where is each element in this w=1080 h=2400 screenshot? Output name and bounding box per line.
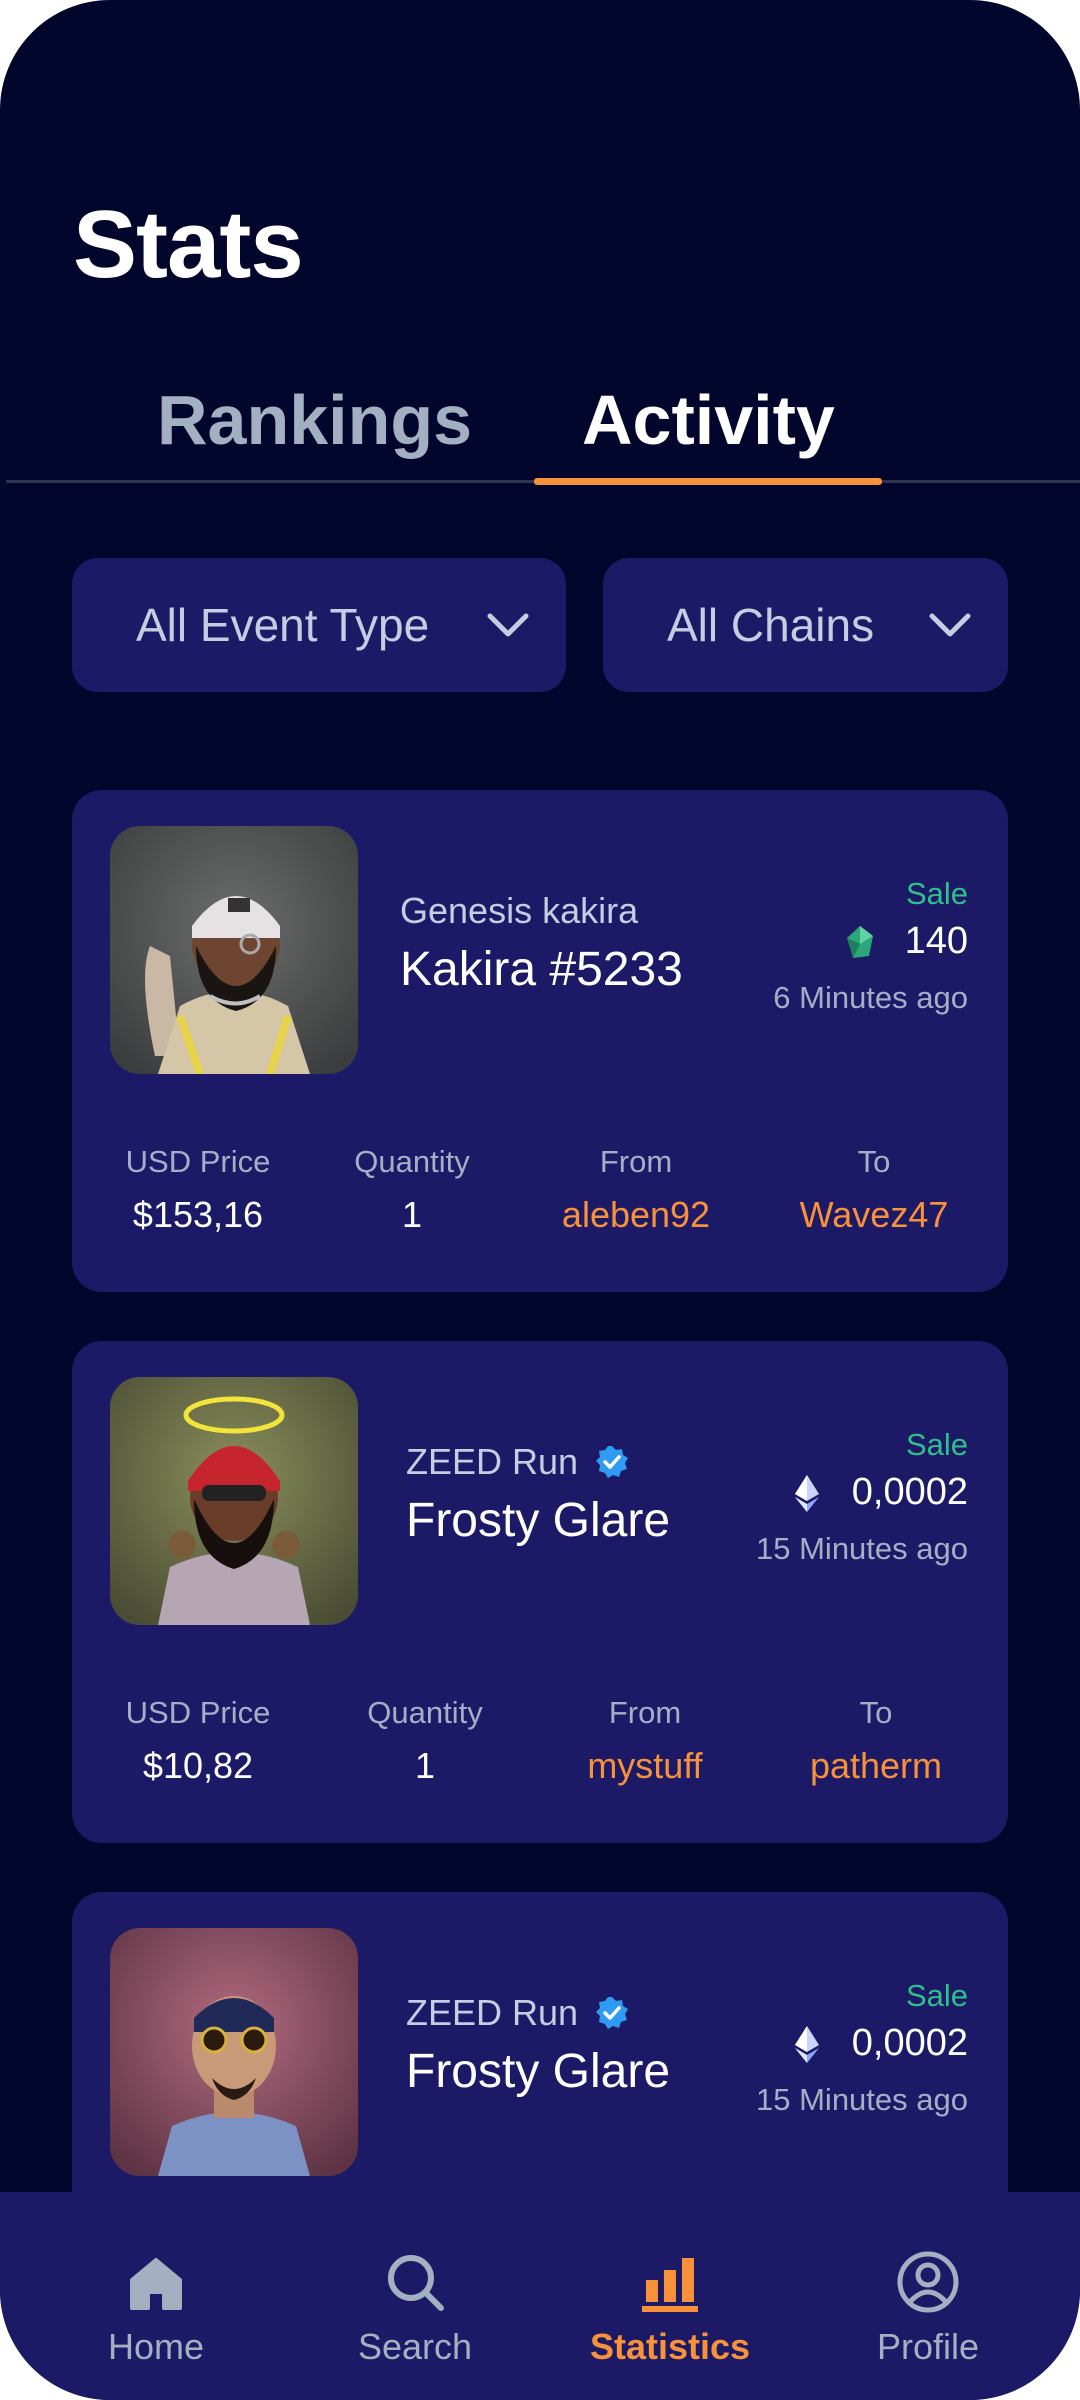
stat-label: Quantity: [367, 1695, 483, 1730]
collection-label: ZEED Run: [406, 1992, 579, 2033]
collection-name: ZEED Run: [406, 1441, 630, 1483]
chevron-down-icon: [929, 613, 971, 637]
nav-statistics[interactable]: Statistics: [590, 2250, 750, 2368]
active-tab-indicator: [534, 478, 882, 485]
nav-profile[interactable]: Profile: [877, 2250, 979, 2368]
page-title: Stats: [73, 191, 304, 298]
stat-value: 1: [414, 1745, 436, 1786]
bar-chart-icon: [641, 2258, 698, 2312]
stat-to: To Wavez47: [800, 1144, 949, 1236]
stat-quantity: Quantity 1: [367, 1695, 482, 1787]
nft-thumbnail: [110, 826, 358, 1074]
search-icon: [387, 2255, 444, 2311]
stat-label: To: [857, 1144, 891, 1179]
collection-name: ZEED Run: [406, 1992, 630, 2034]
stats-screen: Stats Rankings Activity All Event Type A…: [0, 0, 1080, 2400]
activity-card[interactable]: Genesis kakira Kakira #5233 Sale 140 6 M…: [72, 790, 1008, 1292]
stat-quantity: Quantity 1: [354, 1144, 469, 1236]
nav-search[interactable]: Search: [358, 2250, 472, 2368]
chevron-down-icon: [487, 613, 529, 637]
nft-name[interactable]: Kakira #5233: [400, 942, 683, 997]
verified-badge-icon: [596, 1997, 629, 2029]
ethereum-icon: [794, 1474, 819, 1512]
stat-label: To: [859, 1695, 893, 1730]
nav-label: Profile: [876, 2326, 980, 2367]
profile-icon: [897, 2251, 959, 2313]
activity-stats: USD Price $10,82 Quantity 1 From mystuff…: [72, 1695, 1008, 1805]
kakira-token-icon: [846, 925, 873, 958]
stat-label: USD Price: [125, 1695, 271, 1730]
price: 0,0002: [792, 1471, 968, 1514]
nav-label: Search: [357, 2326, 473, 2367]
activity-time: 6 Minutes ago: [773, 980, 968, 1015]
stat-from: From mystuff: [587, 1695, 702, 1787]
stat-to: To patherm: [810, 1695, 942, 1787]
tab-activity[interactable]: Activity: [582, 370, 835, 480]
stat-label: USD Price: [125, 1144, 271, 1179]
event-type-filter[interactable]: All Event Type: [72, 558, 566, 692]
to-user-link[interactable]: patherm: [810, 1745, 942, 1787]
activity-stats: USD Price $153,16 Quantity 1 From aleben…: [72, 1144, 1008, 1254]
activity-card[interactable]: ZEED Run Frosty Glare Sale 0,0002 15 Min…: [72, 1341, 1008, 1843]
nft-thumbnail: [110, 1928, 358, 2176]
bottom-nav: Home Search Statistics Profile: [0, 2192, 1080, 2400]
event-type-label: Sale: [905, 1978, 968, 2013]
from-user-link[interactable]: aleben92: [562, 1194, 710, 1236]
collection-label: ZEED Run: [406, 1441, 579, 1482]
activity-time: 15 Minutes ago: [756, 2082, 968, 2117]
event-type-filter-label: All Event Type: [136, 599, 430, 651]
chains-filter[interactable]: All Chains: [603, 558, 1008, 692]
nav-home[interactable]: Home: [108, 2250, 204, 2368]
to-user-link[interactable]: Wavez47: [800, 1194, 949, 1236]
nft-thumbnail: [110, 1377, 358, 1625]
price-value: 0,0002: [851, 2022, 968, 2064]
stat-value: $153,16: [132, 1194, 264, 1235]
stat-label: From: [599, 1144, 673, 1179]
activity-time: 15 Minutes ago: [756, 1531, 968, 1566]
price: 140: [845, 920, 968, 963]
stat-label: Quantity: [354, 1144, 470, 1179]
ethereum-icon: [794, 2025, 819, 2063]
from-user-link[interactable]: mystuff: [587, 1745, 702, 1787]
tab-rankings[interactable]: Rankings: [157, 370, 472, 480]
verified-badge-icon: [596, 1446, 629, 1478]
event-type-label: Sale: [905, 1427, 968, 1462]
stat-value: 1: [401, 1194, 423, 1235]
nft-name[interactable]: Frosty Glare: [406, 1493, 670, 1548]
collection-name: Genesis kakira: [400, 890, 638, 932]
nft-name[interactable]: Frosty Glare: [406, 2044, 670, 2099]
stat-label: From: [608, 1695, 682, 1730]
nav-label: Statistics: [589, 2326, 751, 2367]
stat-value: $10,82: [142, 1745, 254, 1786]
stat-usd-price: USD Price $153,16: [126, 1144, 271, 1236]
collection-label: Genesis kakira: [400, 890, 639, 931]
event-type-label: Sale: [905, 876, 968, 911]
price: 0,0002: [792, 2022, 968, 2065]
price-value: 0,0002: [851, 1471, 968, 1513]
chains-filter-label: All Chains: [667, 599, 875, 651]
stats-tabs: Rankings Activity: [0, 370, 1080, 485]
nav-label: Home: [107, 2326, 205, 2367]
stat-from: From aleben92: [562, 1144, 710, 1236]
stat-usd-price: USD Price $10,82: [126, 1695, 271, 1787]
price-value: 140: [904, 920, 968, 962]
home-icon: [130, 2258, 182, 2310]
